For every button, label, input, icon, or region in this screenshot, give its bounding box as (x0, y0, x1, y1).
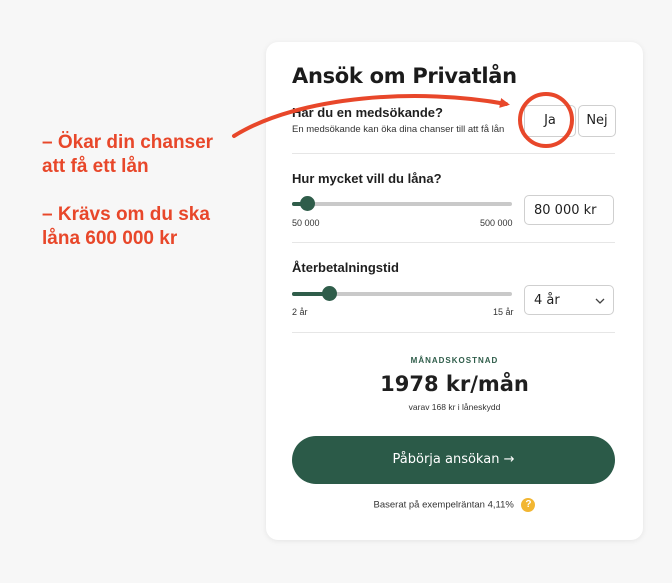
callout-overlay (232, 92, 574, 148)
callout-arrow (232, 94, 510, 138)
callout-circle (518, 92, 574, 148)
